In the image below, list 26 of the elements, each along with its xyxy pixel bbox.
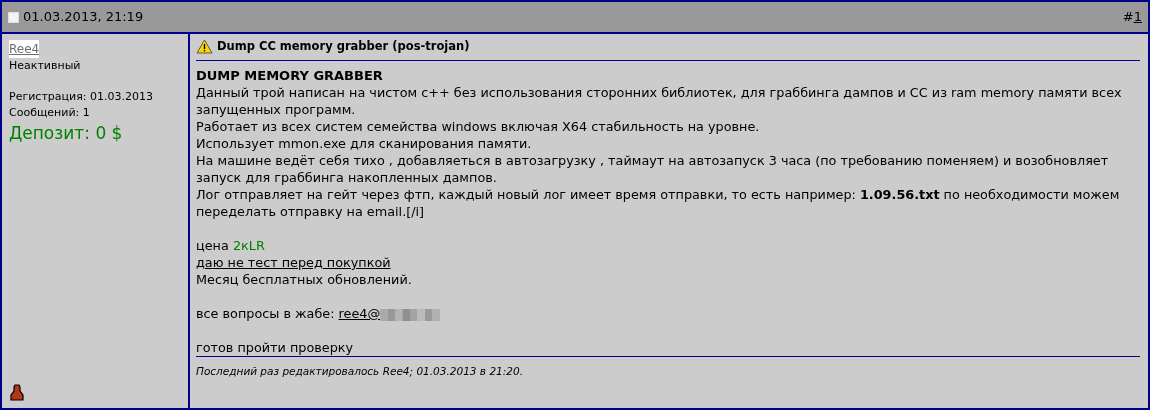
post-icon <box>8 11 19 23</box>
post-text: Месяц бесплатных обновлений. <box>196 271 413 288</box>
post-title: Dump CC memory grabber (pos-trojan) <box>217 38 470 55</box>
post-text: На машине ведёт себя тихо , добавляеться в автозагрузку , таймаут на автозапуск 3 часа (по требованию поменяем) и возобновляет запуск для граббинга накопленных дампов. <box>196 152 1110 186</box>
post-text: Использует mmon.exe для сканирования памяти. <box>196 135 533 152</box>
edit-note: Последний раз редактировалось Ree4; 01.03.2013 в 21:20. <box>196 356 1140 380</box>
post-text: Данный трой написан на чистом с++ без использования сторонних библиотек, для граббинга дампов и СС из ram memory памяти всех запущенных программ. <box>196 84 1123 118</box>
post-date: 01.03.2013, 21:19 <box>23 8 144 27</box>
post-text: Работает из всех систем семейства windows включая X64 стабильность на уровне. <box>196 118 761 135</box>
post-number-link[interactable]: 1 <box>1133 9 1142 25</box>
post-heading: DUMP MEMORY GRABBER <box>196 67 383 84</box>
username-link[interactable]: Ree4 <box>9 40 40 58</box>
price-value: 2кLR <box>232 238 265 253</box>
post-text: Лог отправляет на гейт через фтп, каждый новый лог имеет время отправки, то есть например: 1.09.56.txt по необходимости можем переделать отправку на email.[/i] <box>196 186 1121 220</box>
post-text: готов пройти проверку <box>196 339 355 356</box>
pawn-icon <box>9 384 25 402</box>
post-number-sign: # <box>1122 9 1134 25</box>
user-status: Неактивный <box>9 58 82 74</box>
contact-link[interactable]: ree4@ <box>338 306 381 321</box>
registration-date: Регистрация: 01.03.2013 <box>9 88 154 105</box>
deposit-amount: Депозит: 0 $ <box>9 121 124 144</box>
price-label: цена <box>196 238 229 253</box>
message-count: Сообщений: 1 <box>9 105 91 121</box>
post-link[interactable]: даю не тест перед покупкой <box>196 254 391 271</box>
contact-label: все вопросы в жабе: <box>196 306 335 321</box>
warning-icon <box>196 39 213 54</box>
